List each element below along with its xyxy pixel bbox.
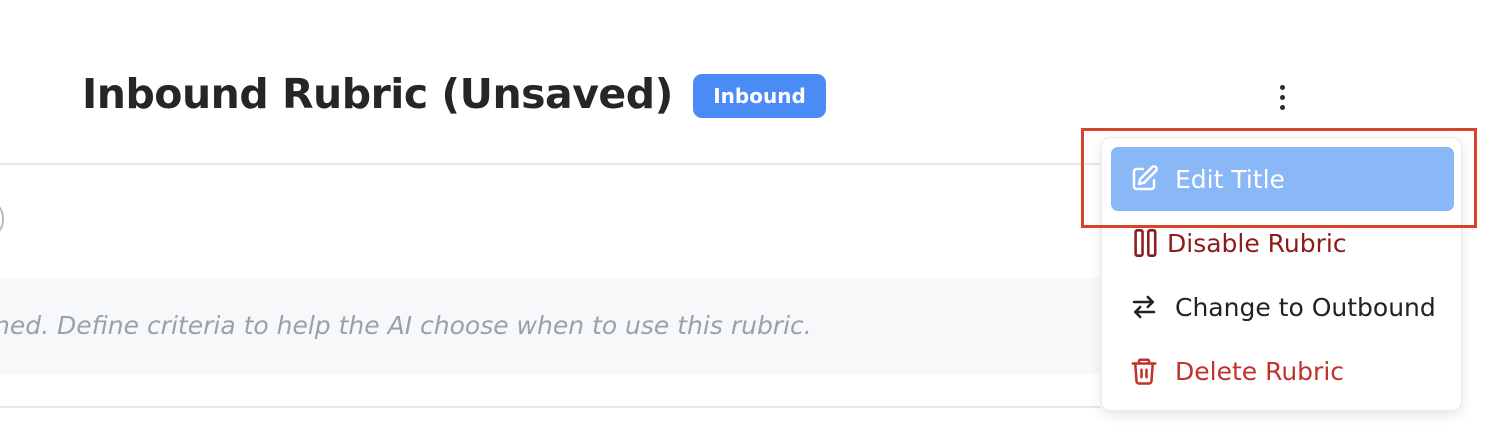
- menu-item-label: Disable Rubric: [1167, 228, 1347, 258]
- direction-badge: Inbound: [693, 74, 826, 118]
- trash-icon: [1129, 356, 1159, 386]
- swap-arrows-icon: [1129, 292, 1159, 322]
- vertical-ellipsis-icon: [1279, 94, 1285, 100]
- page-title: Inbound Rubric (Unsaved): [82, 70, 673, 118]
- edit-icon: [1129, 164, 1159, 194]
- vertical-ellipsis-icon: [1279, 104, 1285, 110]
- header-divider: [0, 163, 1100, 165]
- rubric-page: Inbound Rubric (Unsaved) Inbound ned. De…: [0, 0, 1510, 448]
- criteria-placeholder: ned. Define criteria to help the AI choo…: [0, 311, 812, 340]
- more-options-button[interactable]: [1262, 78, 1302, 116]
- menu-item-change-direction[interactable]: Change to Outbound: [1111, 275, 1454, 339]
- menu-item-edit-title[interactable]: Edit Title: [1111, 147, 1454, 211]
- menu-item-label: Delete Rubric: [1175, 356, 1345, 386]
- pause-icon: [1131, 228, 1161, 258]
- menu-item-delete-rubric[interactable]: Delete Rubric: [1111, 339, 1454, 403]
- menu-item-label: Change to Outbound: [1175, 292, 1436, 322]
- menu-item-disable-rubric[interactable]: Disable Rubric: [1111, 211, 1454, 275]
- section-divider: [0, 406, 1100, 408]
- options-dropdown-menu: Edit Title Disable Rubric Change to Outb…: [1101, 137, 1462, 411]
- menu-item-label: Edit Title: [1175, 164, 1285, 194]
- field-edge-icon: [0, 204, 4, 234]
- vertical-ellipsis-icon: [1279, 84, 1285, 90]
